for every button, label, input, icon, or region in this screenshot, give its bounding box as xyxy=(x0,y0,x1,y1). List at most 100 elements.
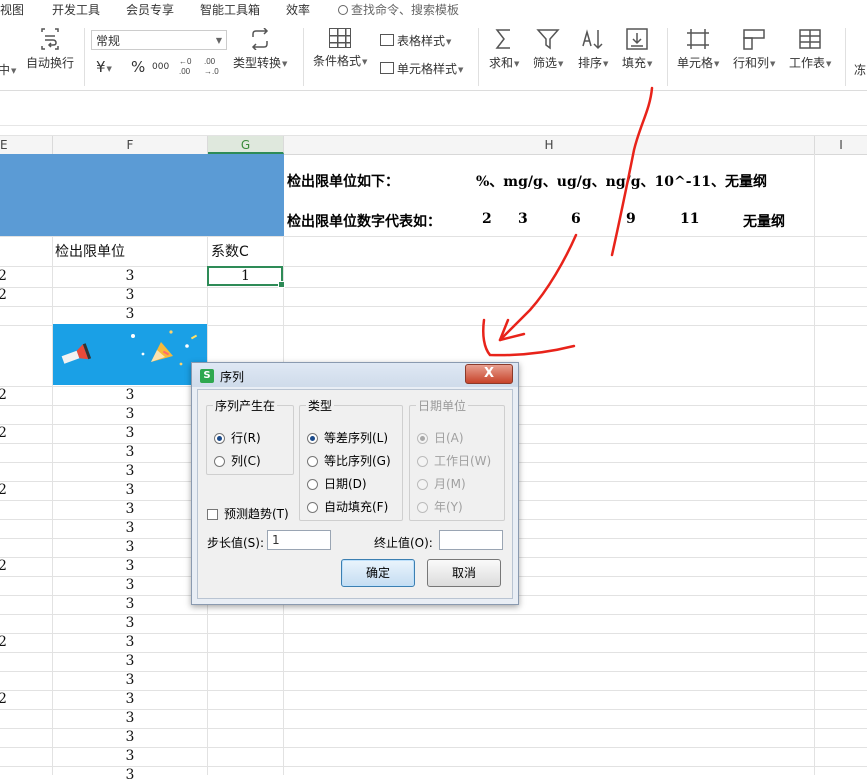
code-11: 11 xyxy=(680,211,700,227)
stop-input[interactable] xyxy=(439,530,503,550)
ribbon-separator xyxy=(667,28,668,86)
ok-button[interactable]: 确定 xyxy=(341,559,415,587)
row-col-button[interactable]: 行和列▼ xyxy=(733,28,775,71)
radio-icon xyxy=(417,479,428,490)
step-label: 步长值(S): xyxy=(207,536,265,550)
cell-f-value[interactable]: 3 xyxy=(53,634,207,650)
menu-view[interactable]: 视图 xyxy=(0,1,24,18)
cell-f-value[interactable]: 3 xyxy=(53,501,207,517)
column-header-e[interactable]: E xyxy=(0,136,53,154)
cell-f-value[interactable]: 3 xyxy=(53,463,207,479)
cell-f-value[interactable]: 3 xyxy=(53,596,207,612)
step-input[interactable]: 1 xyxy=(267,530,331,550)
cell-f-value[interactable]: 3 xyxy=(53,287,207,303)
cell-e-value[interactable]: 2 xyxy=(0,634,7,650)
column-header-h[interactable]: H xyxy=(284,136,815,154)
radio-linear[interactable]: 等差序列(L) xyxy=(307,429,388,446)
dialog-title-bar[interactable]: S 序列 X xyxy=(192,363,518,387)
party-banner-image[interactable] xyxy=(53,324,207,385)
search-icon xyxy=(338,5,348,15)
worksheet-button[interactable]: 工作表▼ xyxy=(789,28,831,71)
units-list: %、mg/g、ug/g、ng/g、10^-11、无量纲 xyxy=(476,174,768,190)
column-header-f[interactable]: F xyxy=(53,136,208,154)
type-legend: 类型 xyxy=(306,397,335,414)
radio-row[interactable]: 行(R) xyxy=(214,429,261,446)
thousands-separator-button[interactable]: 000 xyxy=(152,58,169,72)
increase-decimal-button[interactable]: ←0.00 xyxy=(179,56,201,79)
formula-bar-area xyxy=(0,91,867,126)
cell-f-value[interactable]: 3 xyxy=(53,539,207,555)
type-convert-button[interactable]: 类型转换▼ xyxy=(233,27,287,71)
grid-hline xyxy=(0,236,867,237)
dialog-body: 序列产生在 行(R) 列(C) 类型 等差序列(L) 等比序列(G) 日期(D)… xyxy=(197,389,513,599)
cell-f-value[interactable]: 3 xyxy=(53,406,207,422)
dialog-close-button[interactable]: X xyxy=(465,364,513,384)
number-format-select[interactable]: 常规 ▼ xyxy=(91,30,227,50)
cell-f-value[interactable]: 3 xyxy=(53,482,207,498)
cancel-button[interactable]: 取消 xyxy=(427,559,501,587)
cell-f-value[interactable]: 3 xyxy=(53,444,207,460)
column-header-g[interactable]: G xyxy=(208,136,284,154)
cell-style-button[interactable]: 单元格样式▼ xyxy=(380,60,463,77)
cell-f-value[interactable]: 3 xyxy=(53,520,207,536)
menu-smart-toolbox[interactable]: 智能工具箱 xyxy=(200,1,260,18)
decrease-decimal-button[interactable]: .00 →.0 xyxy=(204,56,226,79)
command-search[interactable]: 查找命令、搜索模板 xyxy=(338,1,459,18)
cell-f-value[interactable]: 3 xyxy=(53,306,207,322)
column-header-i[interactable]: I xyxy=(815,136,867,154)
radio-icon xyxy=(214,456,225,467)
freeze-button[interactable]: 冻 xyxy=(854,61,866,78)
ribbon-separator xyxy=(845,28,846,86)
sum-button[interactable]: 求和▼ xyxy=(489,28,519,71)
cell-e-value[interactable]: 2 xyxy=(0,558,7,574)
radio-growth[interactable]: 等比序列(G) xyxy=(307,452,391,469)
cell-f-value[interactable]: 3 xyxy=(53,653,207,669)
radio-selected-icon xyxy=(417,433,428,444)
ribbon-toolbar: 中▼ 自动换行 常规 ▼ ¥▼ % 000 ←0.00 .00 →.0 类型转换▼ … xyxy=(0,20,867,91)
filter-button[interactable]: 筛选▼ xyxy=(533,28,563,71)
cell-f-value[interactable]: 3 xyxy=(53,710,207,726)
cell-f-value[interactable]: 3 xyxy=(53,767,207,783)
sort-button[interactable]: 排序▼ xyxy=(578,28,608,71)
currency-button[interactable]: ¥▼ xyxy=(96,58,112,76)
cell-f-value[interactable]: 3 xyxy=(53,558,207,574)
cell-f-value[interactable]: 3 xyxy=(53,425,207,441)
cell-button[interactable]: 单元格▼ xyxy=(677,28,719,71)
fill-button[interactable]: 填充▼ xyxy=(622,28,652,71)
radio-selected-icon xyxy=(307,433,318,444)
cell-e-value[interactable]: 2 xyxy=(0,268,7,284)
units-title: 检出限单位如下： xyxy=(287,174,399,190)
menu-efficiency[interactable]: 效率 xyxy=(286,1,310,18)
percent-button[interactable]: % xyxy=(131,58,145,76)
cell-f-value[interactable]: 3 xyxy=(53,615,207,631)
table-style-button[interactable]: 表格样式▼ xyxy=(380,32,451,49)
cell-f-value[interactable]: 3 xyxy=(53,729,207,745)
cell-e-value[interactable]: 2 xyxy=(0,287,7,303)
cell-e-value[interactable]: 2 xyxy=(0,425,7,441)
col-f-header-cell[interactable]: 检出限单位 xyxy=(55,241,125,261)
active-cell-value: 1 xyxy=(241,268,250,284)
cell-f-value[interactable]: 3 xyxy=(53,691,207,707)
radio-autofill[interactable]: 自动填充(F) xyxy=(307,498,388,515)
menu-member[interactable]: 会员专享 xyxy=(126,1,174,18)
party-popper-icon xyxy=(53,324,207,385)
cell-f-value[interactable]: 3 xyxy=(53,268,207,284)
col-g-header-cell[interactable]: 系数C xyxy=(211,241,249,261)
wrap-text-icon xyxy=(38,28,62,50)
radio-date[interactable]: 日期(D) xyxy=(307,475,367,492)
menu-developer[interactable]: 开发工具 xyxy=(52,1,100,18)
cell-f-value[interactable]: 3 xyxy=(53,387,207,403)
cell-e-value[interactable]: 2 xyxy=(0,691,7,707)
wrap-text-button[interactable]: 自动换行 xyxy=(26,28,74,71)
cell-style-icon xyxy=(380,62,394,74)
align-center-button[interactable]: 中▼ xyxy=(0,61,16,78)
radio-column[interactable]: 列(C) xyxy=(214,452,261,469)
cell-e-value[interactable]: 2 xyxy=(0,387,7,403)
column-headers: E F G H I xyxy=(0,135,867,155)
cell-e-value[interactable]: 2 xyxy=(0,482,7,498)
conditional-format-button[interactable]: 条件格式▼ xyxy=(313,28,367,69)
cell-f-value[interactable]: 3 xyxy=(53,672,207,688)
trend-checkbox[interactable]: 预测趋势(T) xyxy=(207,505,289,522)
cell-f-value[interactable]: 3 xyxy=(53,748,207,764)
cell-f-value[interactable]: 3 xyxy=(53,577,207,593)
